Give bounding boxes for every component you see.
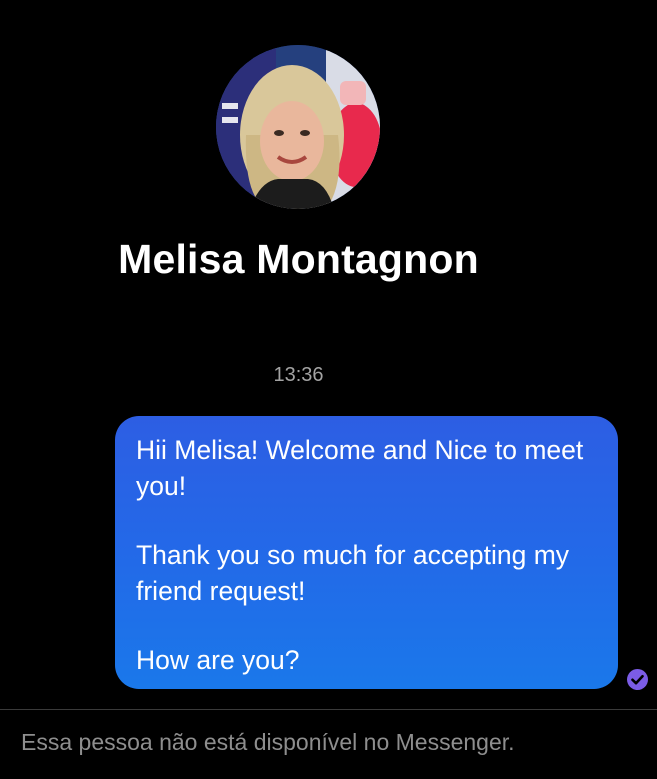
profile-photo [216, 45, 380, 209]
message-paragraph: Hii Melisa! Welcome and Nice to meet you… [136, 435, 584, 501]
contact-avatar[interactable] [216, 45, 380, 209]
outgoing-message-bubble[interactable]: Hii Melisa! Welcome and Nice to meet you… [115, 416, 618, 689]
message-paragraph: How are you? [136, 645, 300, 675]
contact-name: Melisa Montagnon [118, 236, 479, 282]
message-timestamp: 13:36 [273, 364, 324, 386]
unavailable-notice: Essa pessoa não está disponível no Messe… [21, 729, 515, 755]
message-paragraph: Thank you so much for accepting my frien… [136, 540, 570, 606]
read-check-icon [627, 669, 648, 690]
composer-divider [0, 709, 657, 710]
